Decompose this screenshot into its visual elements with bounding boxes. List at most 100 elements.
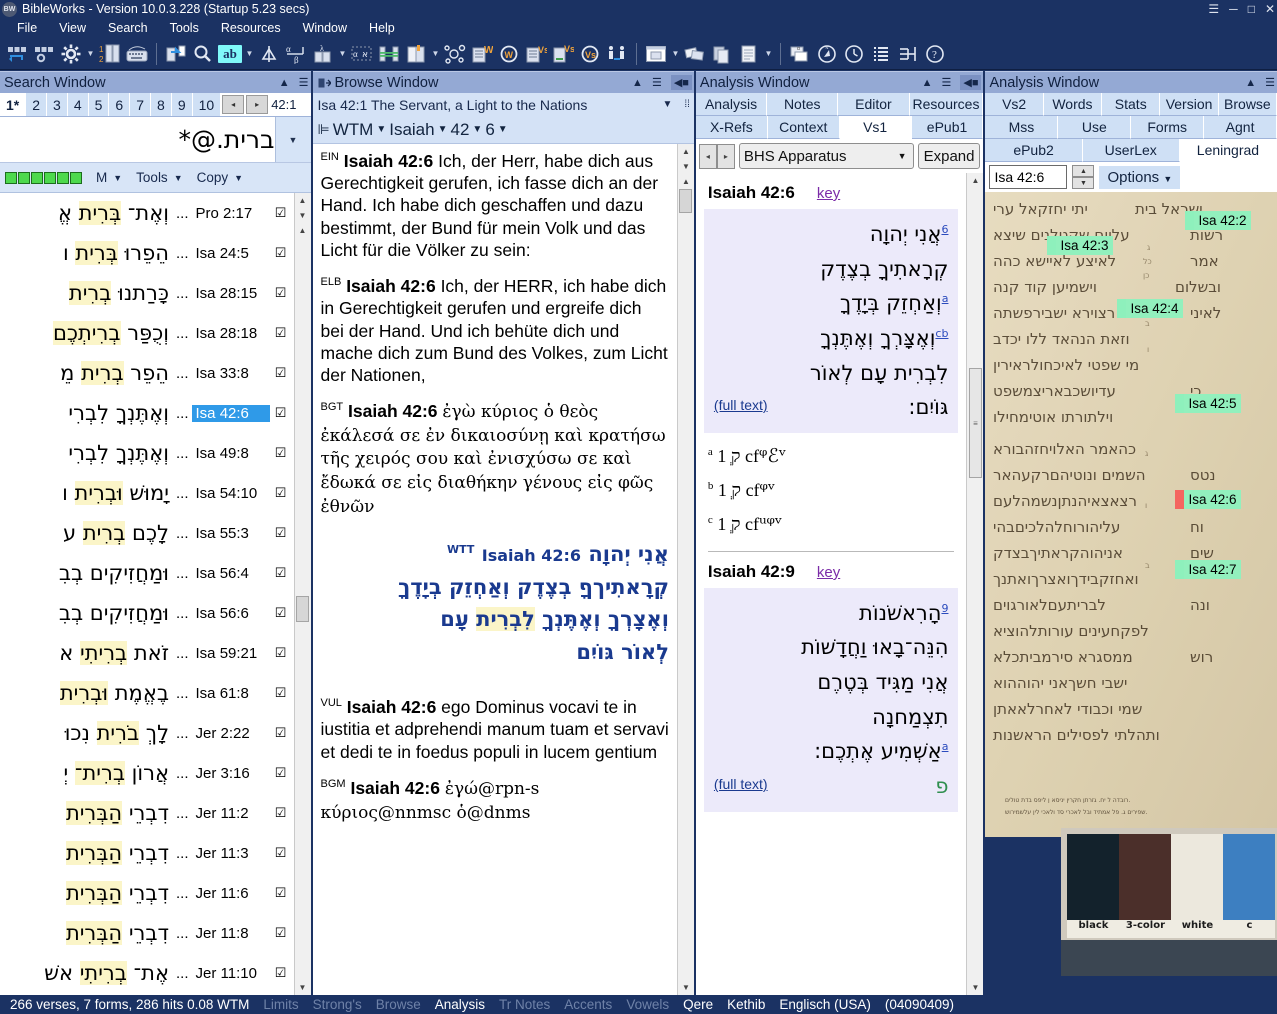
result-checkbox[interactable]: ☑ (270, 885, 292, 901)
ref-elb[interactable]: Isaiah 42:6 (346, 276, 436, 296)
stepper-down-icon[interactable]: ▼ (1072, 177, 1095, 189)
browse-chapter-select[interactable]: 42 (451, 120, 470, 140)
search-tab-6[interactable]: 6 (109, 93, 131, 116)
two-column-books-icon[interactable]: 12 (97, 40, 123, 68)
analysis1-scroll-up-icon[interactable]: ▲ (968, 173, 983, 188)
browse-scroll-down-small-icon[interactable]: ▼ (678, 159, 693, 174)
refresh-w-icon[interactable]: W (496, 40, 522, 68)
verse-chevron-down-icon[interactable]: ▼ (498, 124, 508, 135)
search-result-row[interactable]: וְאֶתֶּנְךָ לִבְרִי... Isa 42:6 ☑ (0, 393, 294, 433)
menu-item-search[interactable]: Search (97, 19, 159, 37)
result-reference[interactable]: Isa 24:5 (192, 245, 270, 262)
word-list-w-icon[interactable]: W (469, 40, 495, 68)
ref-bgt[interactable]: Isaiah 42:6 (348, 401, 438, 421)
chapter-chevron-down-icon[interactable]: ▼ (472, 124, 482, 135)
scroll-down-icon[interactable]: ▼ (295, 980, 310, 995)
tab-editor[interactable]: Editor (838, 93, 910, 116)
status-limits[interactable]: Limits (256, 997, 305, 1012)
tab-epub2[interactable]: ePub2 (985, 139, 1083, 162)
settings-gear-icon[interactable] (58, 40, 84, 68)
analysis1-scrollbar[interactable]: ▲ ≡ ▼ (966, 173, 984, 995)
marker-b[interactable]: b (941, 327, 948, 340)
keyboard-icon[interactable] (124, 40, 150, 68)
open-book-export-icon[interactable] (163, 40, 189, 68)
result-reference[interactable]: Isa 33:8 (192, 365, 270, 382)
apparatus-key-link-2[interactable]: key (817, 564, 840, 581)
scroll-up-icon[interactable]: ▲ (295, 193, 310, 208)
tab-use[interactable]: Use (1058, 116, 1132, 139)
word-graph-icon[interactable] (442, 40, 468, 68)
pane-menu-icon[interactable]: ☰ (652, 76, 662, 89)
analysis1-scroll-thumb[interactable]: ≡ (968, 368, 982, 478)
lambda-dropdown-icon[interactable]: ▼ (337, 40, 348, 68)
search-tab-3[interactable]: 3 (47, 93, 68, 116)
search-result-row[interactable]: וְכֻפַּר בְרִיתְכֶם... Isa 28:18 ☑ (0, 313, 294, 353)
status-browse[interactable]: Browse (369, 997, 428, 1012)
parallel-align-icon[interactable] (376, 40, 402, 68)
analysis1-scroll-down-icon[interactable]: ▼ (968, 980, 983, 995)
browse-scrollbar[interactable]: ▲ ▼ ▲ ▼ (676, 144, 694, 995)
tab-next-button[interactable]: ▸ (246, 95, 269, 114)
document-dropdown-icon[interactable]: ▼ (763, 40, 774, 68)
search-tab-7[interactable]: 7 (130, 93, 152, 116)
verse-export-vs-icon[interactable]: Vs (550, 40, 576, 68)
menu-item-view[interactable]: View (48, 19, 97, 37)
tab-vs2[interactable]: Vs2 (985, 93, 1044, 116)
flashcard-icon[interactable] (682, 40, 708, 68)
result-reference[interactable]: Isa 28:15 (192, 285, 270, 302)
search-result-row[interactable]: לָךְ בֹרִית נִכוּ... Jer 2:22 ☑ (0, 713, 294, 753)
display-layout-icon[interactable] (4, 40, 30, 68)
tab-browse[interactable]: Browse (1218, 93, 1277, 116)
menu-item-file[interactable]: File (6, 19, 48, 37)
marker-a-2[interactable]: a (942, 740, 949, 753)
search-result-row[interactable]: דִבְרֵי הַבְּרִית... Jer 11:6 ☑ (0, 873, 294, 913)
tab-leningrad[interactable]: Leningrad (1179, 139, 1277, 162)
result-checkbox[interactable]: ☑ (270, 245, 292, 261)
copy-pages-icon[interactable] (709, 40, 735, 68)
pane-menu-icon[interactable]: ☰ (941, 76, 951, 89)
search-history-dropdown-icon[interactable]: ▼ (274, 117, 311, 162)
result-reference[interactable]: Jer 2:22 (192, 725, 270, 742)
document-icon[interactable] (736, 40, 762, 68)
ab-dropdown-icon[interactable]: ▼ (244, 40, 255, 68)
result-checkbox[interactable]: ☑ (270, 605, 292, 621)
search-tab-9[interactable]: 9 (171, 93, 193, 116)
resource-prev-button[interactable]: ◂ (698, 143, 717, 169)
verse-marker-isa-42-4[interactable]: Isa 42:4 (1117, 299, 1183, 318)
alpha-beta-icon[interactable]: αβ (283, 40, 309, 68)
ab-text-toggle-icon[interactable]: ab (217, 40, 243, 68)
menu-item-tools[interactable]: Tools (159, 19, 210, 37)
tab-mss[interactable]: Mss (985, 116, 1059, 139)
result-reference[interactable]: Isa 59:21 (192, 645, 270, 662)
dock-right-icon[interactable]: ◀■ (670, 75, 692, 90)
browse-scroll-up-icon[interactable]: ▲ (678, 144, 693, 159)
maximize-icon[interactable]: □ (1248, 3, 1255, 15)
dock-right-icon[interactable]: ◀■ (960, 75, 982, 90)
compare-versions-icon[interactable] (256, 40, 282, 68)
result-checkbox[interactable]: ☑ (270, 205, 292, 221)
result-reference[interactable]: Jer 11:8 (192, 925, 270, 942)
ref-wtt[interactable]: Isaiah 42:6 (482, 546, 581, 565)
outline-list-icon[interactable] (868, 40, 894, 68)
result-checkbox[interactable]: ☑ (270, 285, 292, 301)
verse-list-vs-icon[interactable]: Vs (523, 40, 549, 68)
search-tab-1[interactable]: 1* (0, 93, 27, 116)
book-dropdown-icon[interactable]: ▼ (430, 40, 441, 68)
browse-book-select[interactable]: Isaiah (389, 120, 434, 140)
tab-x-refs[interactable]: X-Refs (695, 116, 768, 139)
browse-verse-select[interactable]: 6 (485, 120, 494, 140)
result-checkbox[interactable]: ☑ (270, 645, 292, 661)
search-results-list[interactable]: וְאֶת־ בְּרִית אֱ... Pro 2:17 ☑ הֵפֵרוּ בְּ… (0, 193, 311, 995)
result-checkbox[interactable]: ☑ (270, 845, 292, 861)
tab-agnt[interactable]: Agnt (1204, 116, 1277, 139)
search-result-row[interactable]: דִבְרֵי הַבְּרִית... Jer 11:8 ☑ (0, 913, 294, 953)
chevron-down-icon[interactable]: ▼ (898, 151, 907, 161)
copy-button[interactable]: Copy (197, 170, 229, 185)
compass-icon[interactable]: N (814, 40, 840, 68)
manuscript-viewer[interactable]: יתי יחזקאל ערי ישראל בית עליום שקטלנים ש… (985, 192, 1277, 995)
tab-resources[interactable]: Resources (909, 93, 984, 116)
scroll-up-2-icon[interactable]: ▲ (295, 223, 310, 238)
app-menu-icon[interactable]: ☰ (1208, 3, 1219, 15)
result-checkbox[interactable]: ☑ (270, 685, 292, 701)
settings-dropdown-icon[interactable]: ▼ (85, 40, 96, 68)
